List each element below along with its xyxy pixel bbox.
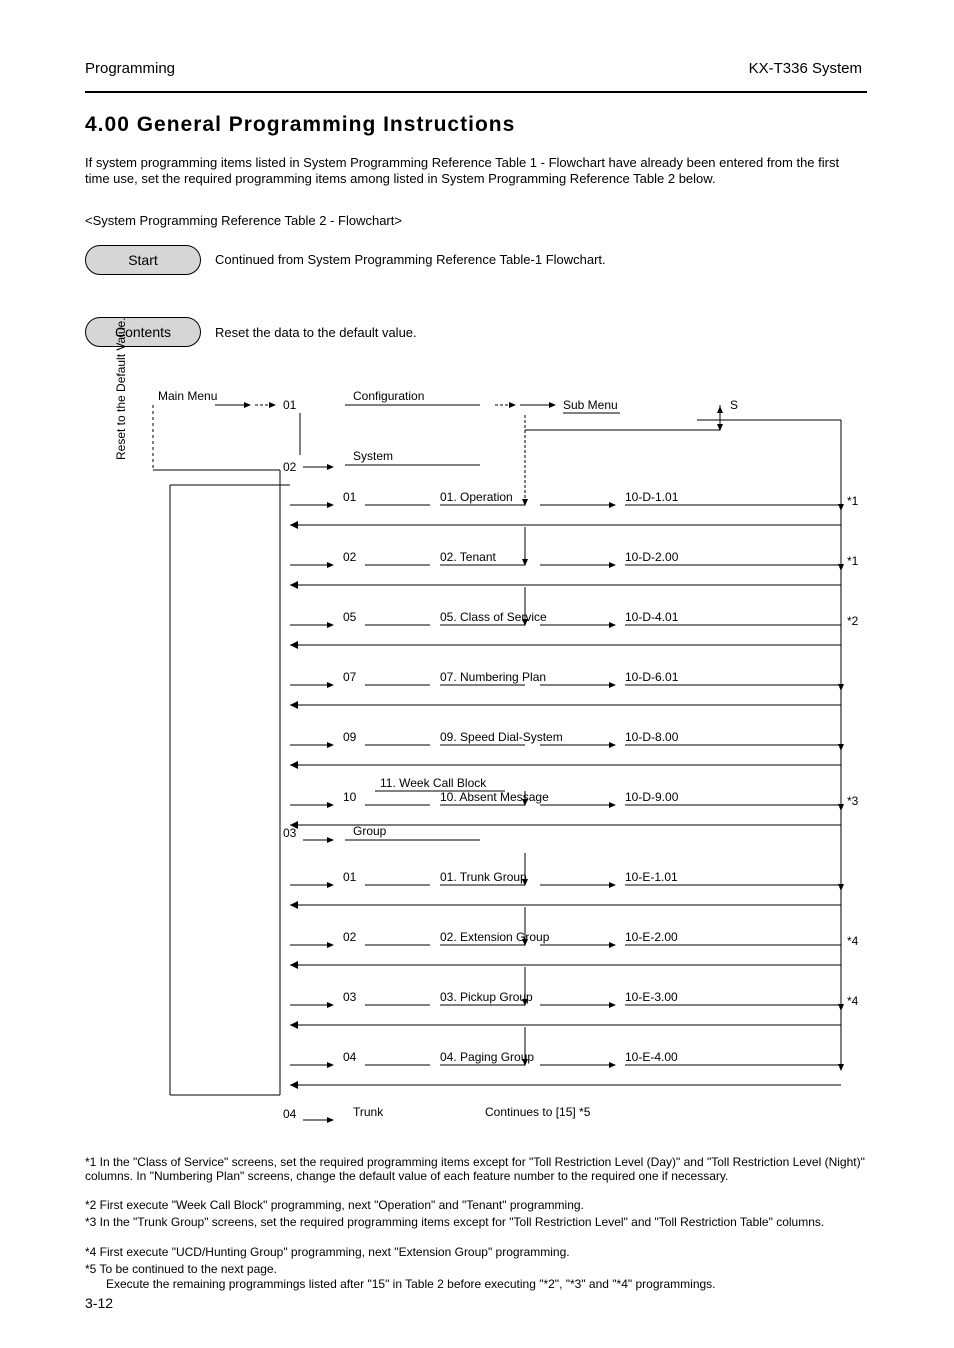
footnote-5a: *5 To be continued to the next page. [85, 1262, 865, 1276]
svg-text:01: 01 [283, 398, 297, 412]
section-title: 4.00 General Programming Instructions [85, 113, 515, 137]
svg-text:04: 04 [343, 1050, 357, 1064]
svg-text:09: 09 [343, 730, 357, 744]
svg-text:10-D-9.00: 10-D-9.00 [625, 790, 679, 804]
footnote-4: *4 First execute "UCD/Hunting Group" pro… [85, 1245, 865, 1259]
footnote-2: *2 First execute "Week Call Block" progr… [85, 1198, 865, 1212]
svg-text:Group: Group [353, 824, 387, 838]
svg-text:10-D-6.01: 10-D-6.01 [625, 670, 679, 684]
svg-text:S: S [730, 398, 738, 412]
pill-start-text: Continued from System Programming Refere… [215, 252, 606, 269]
svg-text:System: System [353, 449, 393, 463]
svg-text:10-D-2.00: 10-D-2.00 [625, 550, 679, 564]
svg-text:02: 02 [343, 930, 357, 944]
svg-text:03: 03 [283, 826, 297, 840]
svg-text:02. Extension Group: 02. Extension Group [440, 930, 550, 944]
svg-text:01. Operation: 01. Operation [440, 490, 513, 504]
svg-text:*4: *4 [847, 934, 859, 948]
svg-text:10-D-8.00: 10-D-8.00 [625, 730, 679, 744]
intro-subtitle: <System Programming Reference Table 2 - … [85, 213, 865, 229]
svg-text:10-E-2.00: 10-E-2.00 [625, 930, 678, 944]
header-left: Programming [85, 60, 175, 77]
svg-text:10. Absent Message: 10. Absent Message [440, 790, 549, 804]
svg-text:04. Paging Group: 04. Paging Group [440, 1050, 534, 1064]
svg-text:*1: *1 [847, 554, 859, 568]
svg-text:03: 03 [343, 990, 357, 1004]
svg-text:04: 04 [283, 1107, 297, 1121]
svg-text:10-D-4.01: 10-D-4.01 [625, 610, 679, 624]
svg-text:09. Speed Dial-System: 09. Speed Dial-System [440, 730, 563, 744]
svg-text:*1: *1 [847, 494, 859, 508]
svg-text:01: 01 [343, 490, 357, 504]
svg-text:10-E-1.01: 10-E-1.01 [625, 870, 678, 884]
intro-p2: <System Programming Reference Table 2 - … [85, 213, 402, 228]
svg-text:05: 05 [343, 610, 357, 624]
svg-text:02: 02 [283, 460, 297, 474]
flowchart-diagram: Main Menu 01 Configuration Sub Menu 02 S… [85, 375, 867, 1145]
svg-text:05. Class of Service: 05. Class of Service [440, 610, 547, 624]
svg-text:Continues to [15] *5: Continues to [15] *5 [485, 1105, 591, 1119]
svg-text:11. Week Call Block: 11. Week Call Block [380, 776, 487, 790]
footnote-3: *3 In the "Trunk Group" screens, set the… [85, 1215, 865, 1229]
svg-text:10-E-3.00: 10-E-3.00 [625, 990, 678, 1004]
svg-text:Trunk: Trunk [353, 1105, 384, 1119]
svg-text:01. Trunk Group: 01. Trunk Group [440, 870, 527, 884]
svg-text:Configuration: Configuration [353, 389, 424, 403]
svg-text:*3: *3 [847, 794, 859, 808]
svg-text:07: 07 [343, 670, 357, 684]
intro-p1: If system programming items listed in Sy… [85, 155, 839, 186]
svg-text:Sub Menu: Sub Menu [563, 398, 618, 412]
svg-text:02: 02 [343, 550, 357, 564]
header-rule [85, 91, 867, 93]
svg-text:03. Pickup Group: 03. Pickup Group [440, 990, 533, 1004]
svg-text:07. Numbering Plan: 07. Numbering Plan [440, 670, 546, 684]
label-main-menu: Main Menu [158, 389, 217, 403]
pill-start: Start [85, 245, 201, 275]
intro-text: If system programming items listed in Sy… [85, 155, 865, 188]
svg-text:*4: *4 [847, 994, 859, 1008]
page-number: 3-12 [85, 1295, 113, 1311]
svg-text:02. Tenant: 02. Tenant [440, 550, 496, 564]
footnote-1: *1 In the "Class of Service" screens, se… [85, 1155, 865, 1183]
pill-reset: Contents [85, 317, 201, 347]
svg-text:01: 01 [343, 870, 357, 884]
header-right: KX-T336 System [749, 60, 862, 77]
svg-text:10-E-4.00: 10-E-4.00 [625, 1050, 678, 1064]
svg-text:*2: *2 [847, 614, 859, 628]
svg-text:10-D-1.01: 10-D-1.01 [625, 490, 679, 504]
footnote-5b: Execute the remaining programmings liste… [106, 1277, 866, 1291]
pill-reset-text: Reset the data to the default value. [215, 325, 417, 342]
svg-text:10: 10 [343, 790, 357, 804]
